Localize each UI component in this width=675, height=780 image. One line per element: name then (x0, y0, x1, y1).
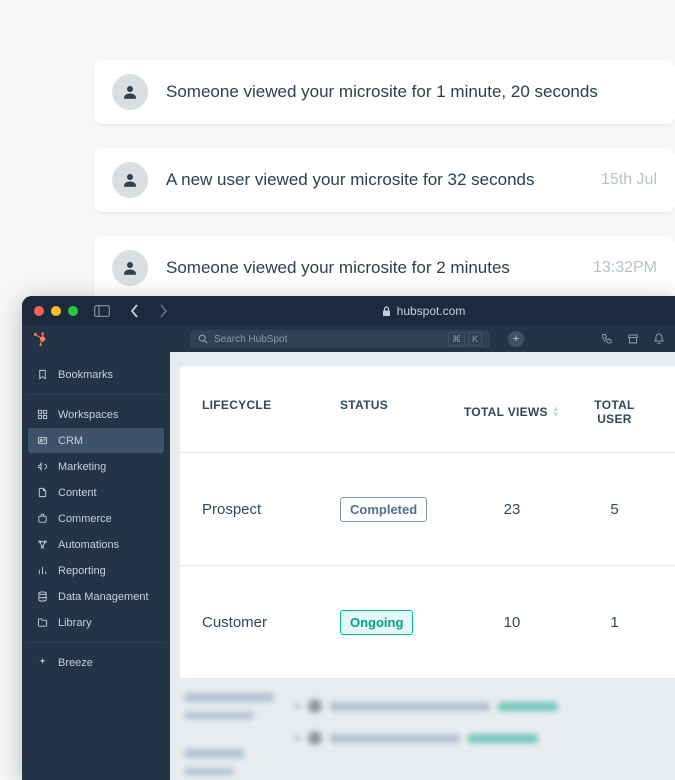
sidebar-item-label: Reporting (58, 565, 106, 577)
column-header-users[interactable]: TOTAL USER (576, 398, 653, 426)
bookmark-icon (36, 368, 49, 381)
notification-time: 13:32PM (593, 259, 657, 277)
cell-users: 1 (576, 614, 653, 631)
cell-lifecycle: Customer (202, 614, 340, 631)
hubspot-logo-icon[interactable] (32, 331, 48, 347)
megaphone-icon (36, 460, 49, 473)
notification-text: Someone viewed your microsite for 1 minu… (166, 82, 639, 102)
status-badge: Completed (340, 497, 427, 522)
sidebar-item-breeze[interactable]: Breeze (28, 650, 164, 675)
automation-icon (36, 538, 49, 551)
blurred-content (180, 687, 675, 775)
nav-forward-icon[interactable] (159, 304, 168, 318)
cell-views: 10 (448, 614, 576, 631)
browser-window: hubspot.com ⌘K + (22, 296, 675, 780)
sidebar-item-automations[interactable]: Automations (28, 532, 164, 557)
add-button[interactable]: + (508, 331, 524, 347)
search-shortcut: ⌘K (448, 332, 482, 346)
sidebar-item-data-management[interactable]: Data Management (28, 584, 164, 609)
nav-back-icon[interactable] (130, 304, 139, 318)
marketplace-icon[interactable] (627, 333, 639, 345)
user-avatar-icon (112, 250, 148, 286)
notification-time: 15th Jul (601, 171, 657, 189)
table-row[interactable]: Customer Ongoing 10 1 (180, 566, 675, 679)
phone-icon[interactable] (601, 333, 613, 345)
notification-card[interactable]: A new user viewed your microsite for 32 … (94, 148, 675, 212)
column-header-status[interactable]: STATUS (340, 398, 448, 426)
sidebar-item-crm[interactable]: CRM (28, 428, 164, 453)
sidebar-item-content[interactable]: Content (28, 480, 164, 505)
column-header-lifecycle[interactable]: LIFECYCLE (202, 398, 340, 426)
sidebar-item-label: Breeze (58, 657, 93, 669)
bars-icon (36, 564, 49, 577)
data-table: LIFECYCLE STATUS TOTAL VIEWS ▲▼ TOTAL US… (180, 366, 675, 679)
sidebar-item-label: Marketing (58, 461, 106, 473)
sidebar-item-label: CRM (58, 435, 83, 447)
cell-views: 23 (448, 501, 576, 518)
sidebar-item-label: Workspaces (58, 409, 118, 421)
sidebar-item-marketing[interactable]: Marketing (28, 454, 164, 479)
sort-icon: ▲▼ (552, 406, 560, 418)
id-card-icon (36, 434, 49, 447)
maximize-window-icon[interactable] (68, 306, 78, 316)
sidebar-item-commerce[interactable]: Commerce (28, 506, 164, 531)
cell-users: 5 (576, 501, 653, 518)
app-body: Bookmarks Workspaces CRM Marketing Conte… (22, 352, 675, 780)
sidebar-item-label: Bookmarks (58, 369, 113, 381)
sidebar-toggle-icon[interactable] (94, 305, 110, 317)
search-bar[interactable]: ⌘K (190, 330, 490, 348)
cell-status: Completed (340, 497, 448, 522)
app-header: ⌘K + (22, 326, 675, 352)
sidebar-item-bookmarks[interactable]: Bookmarks (28, 362, 164, 387)
search-input[interactable] (214, 334, 442, 345)
notification-text: Someone viewed your microsite for 2 minu… (166, 258, 575, 278)
user-avatar-icon (112, 74, 148, 110)
notifications-icon[interactable] (653, 333, 665, 345)
notification-text: A new user viewed your microsite for 32 … (166, 170, 583, 190)
column-header-views[interactable]: TOTAL VIEWS ▲▼ (448, 398, 576, 426)
cell-status: Ongoing (340, 610, 448, 635)
sidebar-item-label: Automations (58, 539, 119, 551)
cell-lifecycle: Prospect (202, 501, 340, 518)
sidebar-item-library[interactable]: Library (28, 610, 164, 635)
sidebar-item-label: Data Management (58, 591, 149, 603)
sidebar-item-reporting[interactable]: Reporting (28, 558, 164, 583)
sidebar-item-workspaces[interactable]: Workspaces (28, 402, 164, 427)
sidebar-item-label: Library (58, 617, 92, 629)
close-window-icon[interactable] (34, 306, 44, 316)
notification-card[interactable]: Someone viewed your microsite for 1 minu… (94, 60, 675, 124)
notification-card[interactable]: Someone viewed your microsite for 2 minu… (94, 236, 675, 300)
lock-icon (382, 306, 391, 317)
page-icon (36, 486, 49, 499)
grid-icon (36, 408, 49, 421)
database-icon (36, 590, 49, 603)
status-badge: Ongoing (340, 610, 413, 635)
folder-icon (36, 616, 49, 629)
notification-stack: Someone viewed your microsite for 1 minu… (94, 60, 675, 300)
sidebar-item-label: Commerce (58, 513, 112, 525)
sidebar: Bookmarks Workspaces CRM Marketing Conte… (22, 352, 170, 780)
cart-icon (36, 512, 49, 525)
search-icon (198, 334, 208, 344)
user-avatar-icon (112, 162, 148, 198)
table-row[interactable]: Prospect Completed 23 5 (180, 453, 675, 566)
traffic-lights (34, 306, 78, 316)
minimize-window-icon[interactable] (51, 306, 61, 316)
main-content: LIFECYCLE STATUS TOTAL VIEWS ▲▼ TOTAL US… (170, 352, 675, 780)
browser-titlebar: hubspot.com (22, 296, 675, 326)
address-text: hubspot.com (397, 304, 466, 318)
table-header-row: LIFECYCLE STATUS TOTAL VIEWS ▲▼ TOTAL US… (180, 366, 675, 453)
sidebar-item-label: Content (58, 487, 97, 499)
address-bar[interactable]: hubspot.com (184, 304, 663, 318)
sparkle-icon (36, 656, 49, 669)
